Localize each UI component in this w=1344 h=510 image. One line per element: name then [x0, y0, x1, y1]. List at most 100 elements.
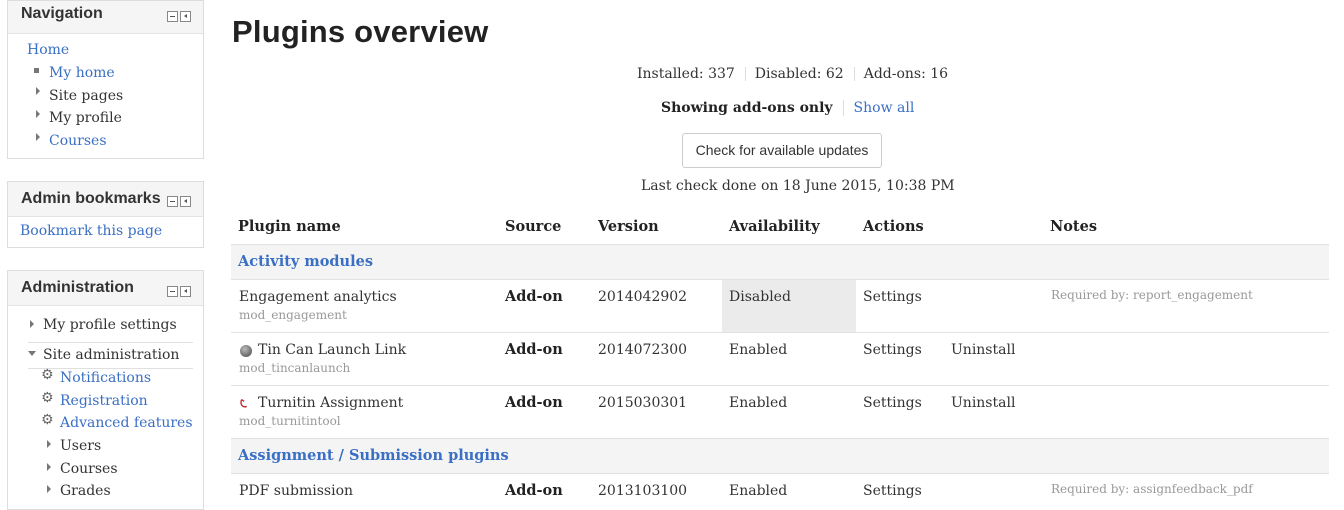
expand-arrow-icon[interactable]	[36, 133, 40, 141]
check-updates-button[interactable]: Check for available updates	[682, 133, 882, 168]
expand-arrow-icon[interactable]	[47, 485, 51, 493]
courses-item[interactable]: Courses	[60, 461, 118, 477]
dock-icon[interactable]	[180, 196, 191, 207]
plugin-availability: Enabled	[729, 342, 788, 358]
addons-count: Add-ons: 16	[863, 66, 949, 82]
col-header-notes: Notes	[1050, 218, 1098, 235]
col-header-source: Source	[505, 218, 562, 235]
category-assignment-submission[interactable]: Assignment / Submission plugins	[238, 447, 509, 464]
divider	[842, 100, 844, 116]
plugin-source: Add-on	[505, 288, 563, 305]
disabled-count: Disabled: 62	[754, 66, 844, 82]
block-controls	[167, 11, 191, 22]
settings-link[interactable]: Settings	[863, 483, 922, 499]
administration-header: Administration	[8, 271, 203, 306]
bullet-icon	[34, 68, 39, 73]
administration-block: Administration My profile settings Site …	[7, 270, 204, 510]
plugin-availability: Enabled	[729, 483, 788, 499]
expand-arrow-icon[interactable]	[36, 110, 40, 118]
gear-icon: ⚙	[41, 367, 54, 383]
expand-arrow-icon[interactable]	[47, 440, 51, 448]
advanced-features-link[interactable]: Advanced features	[60, 415, 193, 431]
users-item[interactable]: Users	[60, 438, 101, 454]
notifications-link[interactable]: Notifications	[60, 370, 151, 386]
my-profile-settings[interactable]: My profile settings	[43, 317, 177, 333]
plugin-version: 2014042902	[598, 289, 688, 305]
current-filter-label: Showing add-ons only	[661, 100, 833, 116]
plugin-name: Turnitin Assignment	[258, 395, 404, 411]
block-controls	[167, 196, 191, 207]
collapse-arrow-icon[interactable]	[28, 351, 36, 356]
plugin-component: mod_engagement	[239, 308, 347, 322]
plugin-availability: Disabled	[729, 289, 791, 305]
uninstall-link[interactable]: Uninstall	[951, 395, 1015, 411]
dock-icon[interactable]	[180, 11, 191, 22]
plugin-availability: Enabled	[729, 395, 788, 411]
category-row	[231, 245, 1329, 279]
navigation-block: Navigation Home My home Site pages My pr…	[7, 0, 204, 159]
bookmark-this-page-link[interactable]: Bookmark this page	[20, 223, 162, 239]
block-controls	[167, 286, 191, 297]
plugin-source: Add-on	[505, 482, 563, 499]
settings-link[interactable]: Settings	[863, 289, 922, 305]
settings-link[interactable]: Settings	[863, 342, 922, 358]
disabled-cell-bg	[722, 280, 856, 333]
installed-count: Installed: 337	[637, 66, 735, 82]
divider	[28, 342, 193, 343]
plugin-version: 2013103100	[598, 483, 688, 499]
show-all-link[interactable]: Show all	[854, 100, 915, 116]
settings-link[interactable]: Settings	[863, 395, 922, 411]
grades-item[interactable]: Grades	[60, 483, 111, 499]
table-divider	[231, 385, 1329, 386]
divider	[744, 67, 746, 81]
page-title: Plugins overview	[232, 14, 489, 49]
plugin-version: 2015030301	[598, 395, 688, 411]
plugin-notes: Required by: assignfeedback_pdf	[1051, 482, 1253, 496]
col-header-version: Version	[598, 218, 659, 235]
nav-my-home-link[interactable]: My home	[49, 65, 115, 81]
category-activity-modules[interactable]: Activity modules	[238, 253, 373, 270]
admin-bookmarks-header: Admin bookmarks	[8, 182, 203, 217]
nav-courses-link[interactable]: Courses	[49, 133, 107, 149]
col-header-actions: Actions	[863, 218, 924, 235]
last-check-text: Last check done on 18 June 2015, 10:38 P…	[641, 178, 955, 194]
navigation-block-title: Navigation	[21, 5, 103, 22]
gear-icon: ⚙	[41, 412, 54, 428]
expand-arrow-icon[interactable]	[36, 87, 40, 95]
plugin-name: Engagement analytics	[239, 289, 397, 305]
navigation-block-header: Navigation	[8, 1, 203, 34]
administration-title: Administration	[21, 279, 134, 296]
divider	[853, 67, 855, 81]
table-divider	[231, 332, 1329, 333]
plugin-stats: Installed: 337 Disabled: 62 Add-ons: 16	[637, 66, 948, 82]
expand-arrow-icon[interactable]	[47, 463, 51, 471]
col-header-plugin-name: Plugin name	[238, 218, 341, 235]
plugin-source: Add-on	[505, 394, 563, 411]
plugin-source: Add-on	[505, 341, 563, 358]
site-administration[interactable]: Site administration	[43, 347, 179, 363]
table-divider	[231, 473, 1329, 474]
dock-icon[interactable]	[180, 286, 191, 297]
plugin-version: 2014072300	[598, 342, 688, 358]
plugin-name: PDF submission	[239, 483, 354, 499]
registration-link[interactable]: Registration	[60, 393, 148, 409]
nav-home-link[interactable]: Home	[27, 42, 69, 58]
plugin-name: Tin Can Launch Link	[258, 342, 407, 358]
minimize-icon[interactable]	[167, 286, 178, 297]
nav-my-profile[interactable]: My profile	[49, 110, 122, 126]
plugin-component: mod_turnitintool	[239, 414, 341, 428]
plugin-filter: Showing add-ons only Show all	[661, 100, 914, 116]
tincan-icon	[240, 345, 252, 357]
expand-arrow-icon[interactable]	[30, 320, 34, 328]
plugin-notes: Required by: report_engagement	[1051, 288, 1253, 302]
gear-icon: ⚙	[41, 390, 54, 406]
nav-site-pages[interactable]: Site pages	[49, 88, 123, 104]
col-header-availability: Availability	[729, 218, 820, 235]
minimize-icon[interactable]	[167, 196, 178, 207]
turnitin-icon	[240, 399, 247, 408]
admin-bookmarks-title: Admin bookmarks	[21, 190, 161, 207]
minimize-icon[interactable]	[167, 11, 178, 22]
uninstall-link[interactable]: Uninstall	[951, 342, 1015, 358]
plugin-component: mod_tincanlaunch	[239, 361, 351, 375]
admin-bookmarks-block: Admin bookmarks Bookmark this page	[7, 181, 204, 248]
